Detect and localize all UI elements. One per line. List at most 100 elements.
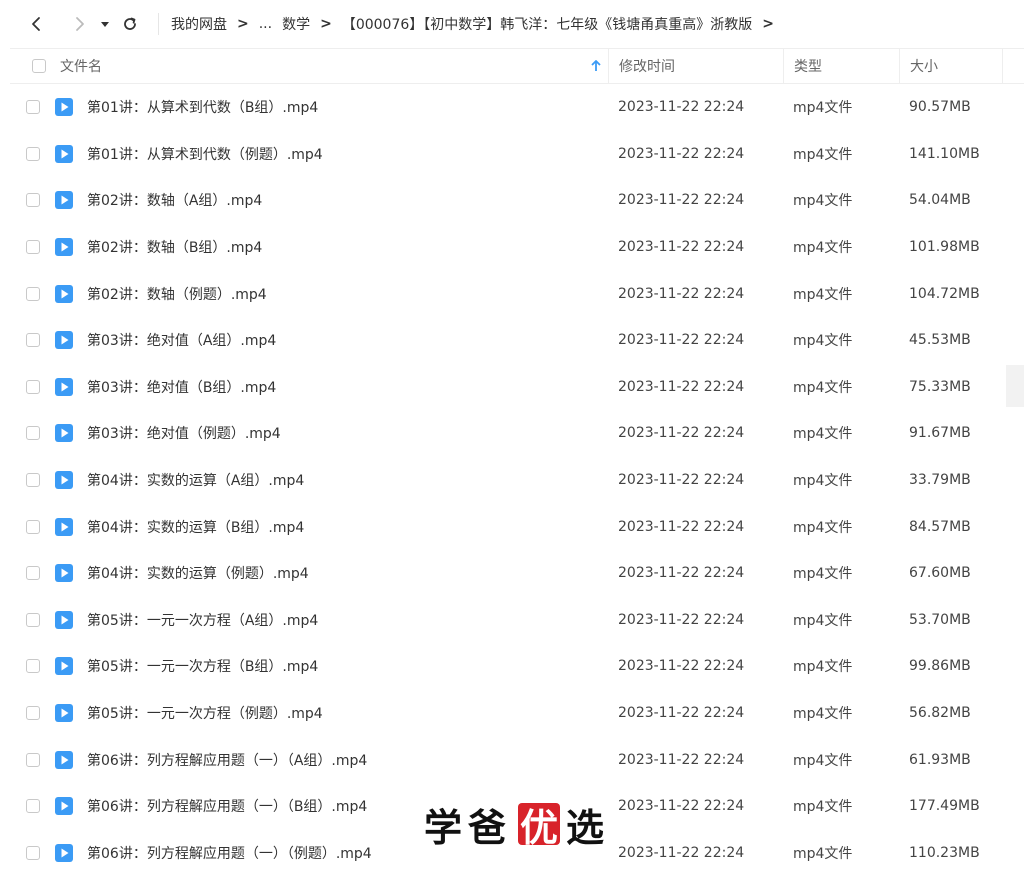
file-name[interactable]: 第01讲：从算术到代数（例题）.mp4 — [87, 144, 323, 164]
file-name[interactable]: 第05讲：一元一次方程（例题）.mp4 — [87, 703, 323, 723]
file-name[interactable]: 第05讲：一元一次方程（A组）.mp4 — [87, 610, 318, 630]
row-checkbox[interactable] — [26, 845, 40, 860]
refresh-button[interactable] — [116, 10, 144, 38]
row-checkbox[interactable] — [26, 473, 40, 488]
select-all-checkbox[interactable] — [32, 59, 46, 73]
caret-down-icon — [101, 22, 109, 27]
video-file-icon — [55, 191, 73, 210]
scrollbar-thumb[interactable] — [1006, 365, 1024, 407]
file-name[interactable]: 第04讲：实数的运算（B组）.mp4 — [87, 517, 304, 537]
watermark-badge: 优 — [518, 803, 561, 850]
file-name[interactable]: 第02讲：数轴（A组）.mp4 — [87, 190, 262, 210]
file-modified-time: 2023-11-22 22:24 — [618, 658, 745, 675]
table-row[interactable]: 第01讲：从算术到代数（例题）.mp4 2023-11-22 22:24 mp4文件… — [10, 131, 1024, 178]
back-button[interactable] — [22, 10, 50, 38]
file-modified-time: 2023-11-22 22:24 — [618, 425, 745, 442]
refresh-icon — [124, 17, 136, 30]
header-type-column[interactable]: 类型 — [783, 49, 899, 83]
header-time-column[interactable]: 修改时间 — [608, 49, 783, 83]
file-type: mp4文件 — [793, 799, 853, 816]
table-row[interactable]: 第04讲：实数的运算（B组）.mp4 2023-11-22 22:24 mp4文件 8… — [10, 503, 1024, 550]
file-type: mp4文件 — [793, 566, 853, 583]
breadcrumb-item-my-drive[interactable]: 我的网盘 — [171, 14, 227, 34]
row-checkbox[interactable] — [26, 286, 40, 301]
file-modified-time: 2023-11-22 22:24 — [618, 332, 745, 349]
file-name[interactable]: 第03讲：绝对值（A组）.mp4 — [87, 330, 276, 350]
table-row[interactable]: 第05讲：一元一次方程（A组）.mp4 2023-11-22 22:24 mp4文件… — [10, 597, 1024, 644]
row-checkbox[interactable] — [26, 706, 40, 721]
file-name[interactable]: 第04讲：实数的运算（例题）.mp4 — [87, 563, 309, 583]
table-row[interactable]: 第02讲：数轴（B组）.mp4 2023-11-22 22:24 mp4文件 101.… — [10, 224, 1024, 271]
header-size-column[interactable]: 大小 — [899, 49, 1003, 83]
file-size: 75.33MB — [909, 378, 971, 395]
file-size: 110.23MB — [909, 844, 980, 861]
file-size: 45.53MB — [909, 332, 971, 349]
file-name[interactable]: 第02讲：数轴（例题）.mp4 — [87, 284, 267, 304]
table-row[interactable]: 第04讲：实数的运算（例题）.mp4 2023-11-22 22:24 mp4文件 6… — [10, 550, 1024, 597]
table-row[interactable]: 第03讲：绝对值（B组）.mp4 2023-11-22 22:24 mp4文件 75.… — [10, 364, 1024, 411]
file-name[interactable]: 第01讲：从算术到代数（B组）.mp4 — [87, 97, 318, 117]
row-checkbox[interactable] — [26, 799, 40, 814]
chevron-left-icon — [32, 17, 40, 31]
forward-button[interactable] — [66, 10, 94, 38]
table-row[interactable]: 第01讲：从算术到代数（B组）.mp4 2023-11-22 22:24 mp4文件… — [10, 84, 1024, 131]
table-row[interactable]: 第02讲：数轴（例题）.mp4 2023-11-22 22:24 mp4文件 104.… — [10, 270, 1024, 317]
file-modified-time: 2023-11-22 22:24 — [618, 705, 745, 722]
row-checkbox[interactable] — [26, 333, 40, 348]
row-checkbox[interactable] — [26, 566, 40, 581]
table-row[interactable]: 第03讲：绝对值（例题）.mp4 2023-11-22 22:24 mp4文件 91.… — [10, 410, 1024, 457]
row-checkbox[interactable] — [26, 519, 40, 534]
file-name[interactable]: 第03讲：绝对值（B组）.mp4 — [87, 377, 276, 397]
video-file-icon — [55, 797, 73, 816]
row-checkbox[interactable] — [26, 752, 40, 767]
file-size: 101.98MB — [909, 239, 980, 256]
file-name[interactable]: 第05讲：一元一次方程（B组）.mp4 — [87, 656, 318, 676]
breadcrumb-item-current-folder[interactable]: 【000076】【初中数学】韩飞洋：七年级《钱塘甬真重高》浙教版 — [342, 14, 752, 34]
file-type: mp4文件 — [793, 193, 853, 210]
history-dropdown-button[interactable] — [96, 10, 114, 38]
file-name[interactable]: 第06讲：列方程解应用题（一）（B组）.mp4 — [87, 796, 367, 816]
file-type: mp4文件 — [793, 426, 853, 443]
file-name[interactable]: 第04讲：实数的运算（A组）.mp4 — [87, 470, 304, 490]
video-file-icon — [55, 750, 73, 769]
row-checkbox[interactable] — [26, 426, 40, 441]
video-file-icon — [55, 98, 73, 117]
row-checkbox[interactable] — [26, 146, 40, 161]
sort-ascending-icon[interactable] — [590, 59, 602, 73]
file-modified-time: 2023-11-22 22:24 — [618, 472, 745, 489]
breadcrumb-item-math[interactable]: 数学 — [282, 14, 310, 34]
table-row[interactable]: 第03讲：绝对值（A组）.mp4 2023-11-22 22:24 mp4文件 45.… — [10, 317, 1024, 364]
video-file-icon — [55, 471, 73, 490]
file-name[interactable]: 第02讲：数轴（B组）.mp4 — [87, 237, 262, 257]
file-size: 61.93MB — [909, 751, 971, 768]
file-size: 54.04MB — [909, 192, 971, 209]
table-row[interactable]: 第04讲：实数的运算（A组）.mp4 2023-11-22 22:24 mp4文件 3… — [10, 457, 1024, 504]
file-name[interactable]: 第06讲：列方程解应用题（一）（A组）.mp4 — [87, 750, 367, 770]
file-name[interactable]: 第06讲：列方程解应用题（一）（例题）.mp4 — [87, 843, 372, 863]
table-row[interactable]: 第05讲：一元一次方程（B组）.mp4 2023-11-22 22:24 mp4文件… — [10, 643, 1024, 690]
header-name-column[interactable]: 文件名 — [10, 49, 608, 83]
file-name[interactable]: 第03讲：绝对值（例题）.mp4 — [87, 423, 281, 443]
file-type: mp4文件 — [793, 240, 853, 257]
table-row[interactable]: 第02讲：数轴（A组）.mp4 2023-11-22 22:24 mp4文件 54.0… — [10, 177, 1024, 224]
video-file-icon — [55, 424, 73, 443]
file-modified-time: 2023-11-22 22:24 — [618, 378, 745, 395]
file-type: mp4文件 — [793, 473, 853, 490]
file-modified-time: 2023-11-22 22:24 — [618, 145, 745, 162]
row-checkbox[interactable] — [26, 612, 40, 627]
table-row[interactable]: 第05讲：一元一次方程（例题）.mp4 2023-11-22 22:24 mp4文件… — [10, 690, 1024, 737]
breadcrumb-separator-icon: > — [320, 16, 332, 32]
row-checkbox[interactable] — [26, 379, 40, 394]
file-size: 53.70MB — [909, 611, 971, 628]
table-row[interactable]: 第06讲：列方程解应用题（一）（A组）.mp4 2023-11-22 22:24 m… — [10, 736, 1024, 783]
row-checkbox[interactable] — [26, 193, 40, 208]
file-type: mp4文件 — [793, 845, 853, 862]
video-file-icon — [55, 144, 73, 163]
video-file-icon — [55, 331, 73, 350]
row-checkbox[interactable] — [26, 240, 40, 255]
row-checkbox[interactable] — [26, 100, 40, 115]
breadcrumb-item-ellipsis[interactable]: ... — [259, 16, 272, 32]
file-modified-time: 2023-11-22 22:24 — [618, 285, 745, 302]
row-checkbox[interactable] — [26, 659, 40, 674]
file-size: 104.72MB — [909, 285, 980, 302]
